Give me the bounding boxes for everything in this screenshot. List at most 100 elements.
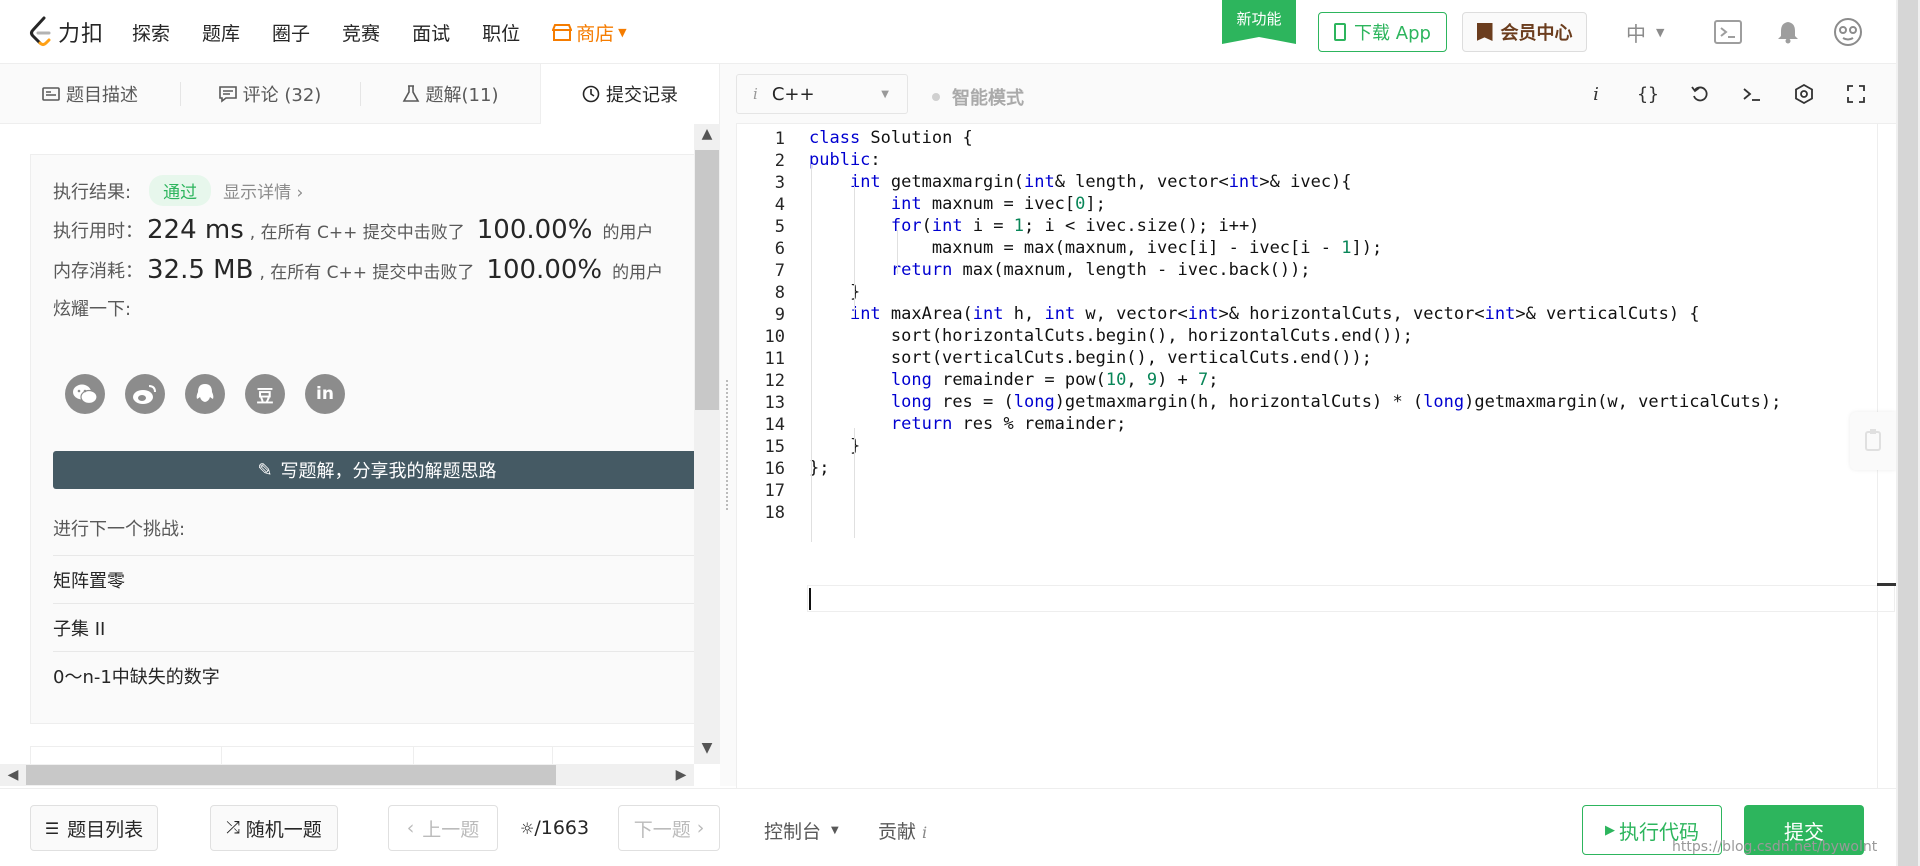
prev-problem-button[interactable]: ‹ 上一题 xyxy=(388,805,498,851)
share-label: 炫耀一下: xyxy=(53,299,132,320)
line-number: 10 xyxy=(764,327,785,347)
reset-icon[interactable] xyxy=(1686,80,1714,108)
line-number-gutter: 1 2 3 4 5 6 7 8 9 10 11 12 13 14 15 16 17 18 xyxy=(737,124,785,788)
nav-jobs[interactable]: 职位 xyxy=(482,19,520,46)
editor-toolbar: i C++ ▼ 智能模式 i {} xyxy=(736,64,1896,124)
vip-icon xyxy=(1476,23,1493,41)
status-badge: 通过 xyxy=(149,175,212,206)
nav-explore[interactable]: 探索 xyxy=(132,19,170,46)
scroll-down-icon[interactable]: ▼ xyxy=(694,740,720,760)
scroll-thumb[interactable] xyxy=(1898,0,1918,866)
next-challenge-label: 进行下一个挑战: xyxy=(53,519,186,540)
language-select[interactable]: i C++ ▼ xyxy=(736,74,908,114)
console-label: 控制台 xyxy=(764,821,822,843)
weibo-icon[interactable] xyxy=(125,374,165,414)
main-nav: 探索 题库 圈子 竞赛 面试 职位 商店 ▼ xyxy=(132,0,659,64)
result-card: 执行结果: 通过 显示详情 › 执行用时： 224 ms , 在所有 C++ 提… xyxy=(30,154,701,724)
flask-icon xyxy=(402,85,419,102)
line-number: 9 xyxy=(774,305,785,325)
line-number: 12 xyxy=(764,371,785,391)
tab-submissions[interactable]: 提交记录 xyxy=(540,64,720,124)
write-solution-button[interactable]: ✎ 写题解，分享我的解题思路 xyxy=(53,451,701,489)
scroll-thumb[interactable] xyxy=(695,150,719,410)
page-vertical-scrollbar[interactable] xyxy=(1896,0,1920,866)
settings-icon[interactable] xyxy=(1790,80,1818,108)
bug-icon: ☼ xyxy=(520,819,535,838)
next-problem-button[interactable]: 下一题 › xyxy=(618,805,720,851)
tab-comments[interactable]: 评论 (32) xyxy=(180,64,360,124)
linkedin-icon[interactable]: in xyxy=(305,374,345,414)
chevron-left-icon: ‹ xyxy=(406,817,415,839)
left-horizontal-scrollbar[interactable]: ◀ ▶ xyxy=(0,764,694,786)
code-line[interactable]: return max(maxnum, length - ivec.back())… xyxy=(809,257,1311,284)
fullscreen-icon[interactable] xyxy=(1842,80,1870,108)
bottom-bar: ☰ 题目列表 ⤮ 随机一题 ‹ 上一题 ☼/1663 下一题 › 控制台 ▼ 贡… xyxy=(0,788,1896,866)
submission-table-header xyxy=(30,746,700,764)
show-details-link[interactable]: 显示详情 › xyxy=(223,178,303,203)
nav-problems[interactable]: 题库 xyxy=(202,19,240,46)
new-feature-ribbon[interactable]: 新功能 xyxy=(1222,0,1296,44)
chevron-down-icon: ▼ xyxy=(831,825,839,836)
scroll-right-icon[interactable]: ▶ xyxy=(668,764,694,786)
runtime-percent: 100.00% xyxy=(476,215,593,245)
wechat-icon[interactable] xyxy=(65,374,105,414)
nav-interview[interactable]: 面试 xyxy=(412,19,450,46)
watermark-text: https://blog.csdn.net/bywolnt xyxy=(1672,839,1878,855)
contribute-link[interactable]: 贡献 i xyxy=(878,817,927,844)
language-label: 中 xyxy=(1626,22,1646,46)
terminal-icon[interactable] xyxy=(1738,80,1766,108)
format-braces-icon[interactable]: {} xyxy=(1634,80,1662,108)
tab-solutions[interactable]: 题解(11) xyxy=(360,64,540,124)
avatar[interactable] xyxy=(1832,16,1864,48)
download-app-button[interactable]: 下载 App xyxy=(1318,12,1447,52)
leetcode-logo-icon xyxy=(30,16,51,46)
problem-list-label: 题目列表 xyxy=(67,818,144,841)
runtime-label: 执行用时： xyxy=(53,221,143,242)
panel-splitter[interactable] xyxy=(720,64,736,786)
console-toggle[interactable]: 控制台 ▼ xyxy=(764,817,839,844)
qq-icon[interactable] xyxy=(185,374,225,414)
info-icon[interactable]: i xyxy=(1582,80,1610,108)
scroll-left-icon[interactable]: ◀ xyxy=(0,764,26,786)
language-select-value: C++ xyxy=(771,83,815,105)
list-item[interactable]: 矩阵置零 xyxy=(53,555,701,603)
playground-icon[interactable] xyxy=(1712,16,1744,48)
runtime-suffix: 的用户 xyxy=(602,222,654,243)
logo[interactable]: 力扣 xyxy=(28,16,104,48)
indent-guide xyxy=(854,186,855,318)
nav-store[interactable]: 商店 ▼ xyxy=(552,19,627,46)
chevron-down-icon: ▼ xyxy=(1656,26,1665,39)
scroll-thumb[interactable] xyxy=(26,765,556,785)
line-number: 13 xyxy=(764,393,785,413)
line-number: 11 xyxy=(764,349,785,369)
list-item[interactable]: 子集 II xyxy=(53,603,701,651)
nav-contest[interactable]: 竞赛 xyxy=(342,19,380,46)
memory-suffix: 的用户 xyxy=(612,262,664,283)
scroll-up-icon[interactable]: ▲ xyxy=(694,126,720,146)
side-clipboard-icon[interactable] xyxy=(1850,412,1896,470)
bell-icon[interactable] xyxy=(1772,16,1804,48)
random-problem-button[interactable]: ⤮ 随机一题 xyxy=(210,805,338,851)
logo-text: 力扣 xyxy=(58,22,105,47)
list-icon: ☰ xyxy=(44,818,60,838)
nav-circle[interactable]: 圈子 xyxy=(272,19,310,46)
code-line[interactable]: }; xyxy=(809,455,829,482)
memory-label: 内存消耗： xyxy=(53,261,143,282)
left-vertical-scrollbar[interactable]: ▲ ▼ xyxy=(694,124,720,764)
share-buttons: 豆 in xyxy=(65,374,365,414)
tab-description[interactable]: 题目描述 xyxy=(0,64,180,124)
runtime-value: 224 ms xyxy=(147,215,244,245)
vip-center-button[interactable]: 会员中心 xyxy=(1462,12,1587,52)
problem-list-button[interactable]: ☰ 题目列表 xyxy=(30,805,158,851)
douban-icon[interactable]: 豆 xyxy=(245,374,285,414)
language-selector[interactable]: 中 ▼ xyxy=(1626,18,1664,47)
memory-value: 32.5 MB xyxy=(147,255,254,285)
list-item[interactable]: 0～n-1中缺失的数字 xyxy=(53,651,701,699)
line-number: 17 xyxy=(764,481,785,501)
tab-submissions-label: 提交记录 xyxy=(606,85,678,106)
runtime-row: 执行用时： 224 ms , 在所有 C++ 提交中击败了 100.00% 的用… xyxy=(53,215,653,245)
code-editor[interactable]: 1 2 3 4 5 6 7 8 9 10 11 12 13 14 15 16 17 18 class Soluti… xyxy=(736,124,1897,788)
line-number: 14 xyxy=(764,415,785,435)
smart-mode-toggle[interactable]: 智能模式 xyxy=(932,84,1024,110)
indent-guide xyxy=(897,230,898,274)
